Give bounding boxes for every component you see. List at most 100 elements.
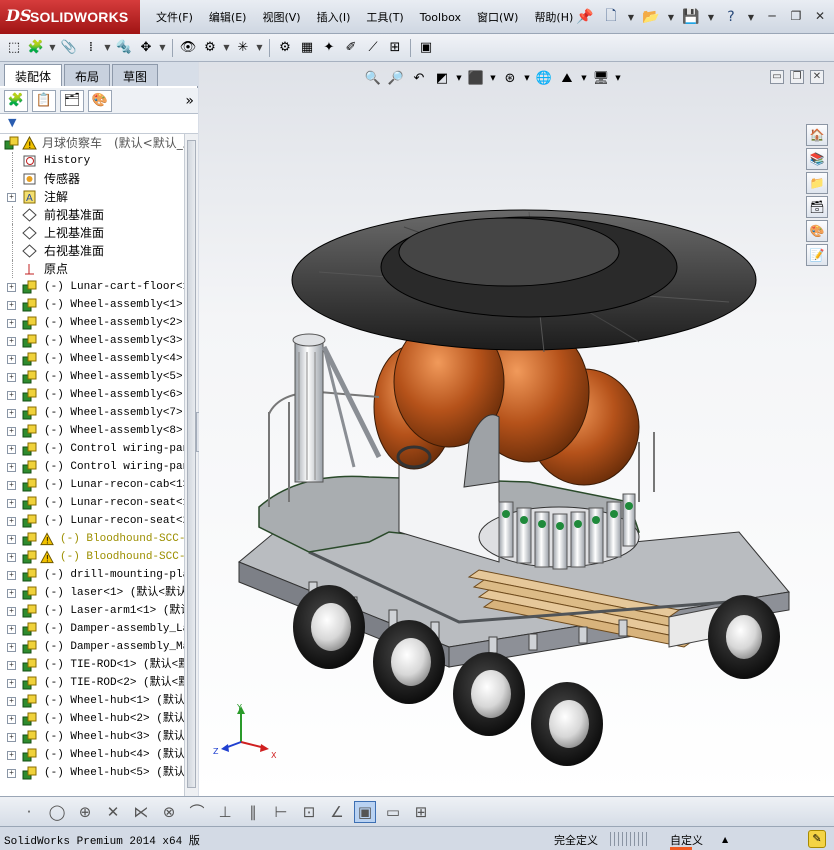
new-motion-study-icon[interactable]: ⚙ <box>275 38 295 58</box>
quadrant-icon[interactable]: ⊗ <box>158 801 180 823</box>
tab-assembly[interactable]: 装配体 <box>4 64 63 86</box>
component-row[interactable]: + (-) Damper-assembly_Mai <box>0 638 184 656</box>
expand-toggle[interactable]: + <box>7 733 16 742</box>
minimize-icon[interactable]: ─ <box>764 8 780 24</box>
assembly-features-icon[interactable]: ⚙ <box>200 38 220 58</box>
feature-row[interactable]: 原点 <box>0 260 184 278</box>
component-row[interactable]: + (-) Lunar-recon-seat<1> <box>0 494 184 512</box>
pin-icon[interactable]: 📌 <box>574 6 596 28</box>
component-row[interactable]: + (-) Damper-assembly_Lar <box>0 620 184 638</box>
expand-toggle[interactable]: + <box>7 769 16 778</box>
bill-of-materials-icon[interactable]: ▦ <box>297 38 317 58</box>
features-dropdown-icon[interactable]: ▼ <box>222 38 231 58</box>
close-icon[interactable]: ✕ <box>812 8 828 24</box>
shaded-view-icon[interactable]: ▣ <box>354 800 376 823</box>
intersection-icon[interactable]: ✕ <box>102 801 124 823</box>
expand-toggle[interactable]: + <box>7 283 16 292</box>
component-row[interactable]: +! (-) Bloodhound-SCC-S <box>0 530 184 548</box>
expand-toggle[interactable]: + <box>7 625 16 634</box>
expand-toggle[interactable]: + <box>7 571 16 580</box>
feature-manager-tab-icon[interactable]: 🧩 <box>4 89 28 112</box>
expand-toggle[interactable]: + <box>7 679 16 688</box>
pattern-dropdown-icon[interactable]: ▼ <box>103 38 112 58</box>
component-row[interactable]: + (-) Wheel-assembly<7> ( <box>0 404 184 422</box>
show-hidden-icon[interactable]: 👁 <box>178 38 198 58</box>
tab-layout[interactable]: 布局 <box>64 64 111 86</box>
menu-tools[interactable]: 工具(T) <box>358 9 411 25</box>
expand-toggle[interactable]: + <box>7 751 16 760</box>
reference-geometry-icon[interactable]: ✳ <box>233 38 253 58</box>
midpoint-icon[interactable]: ⋉ <box>130 801 152 823</box>
menu-file[interactable]: 文件(F) <box>148 9 201 25</box>
feature-row[interactable]: 上视基准面 <box>0 224 184 242</box>
scrollbar-thumb[interactable] <box>187 140 196 788</box>
component-row[interactable]: + (-) Lunar-recon-seat<2> <box>0 512 184 530</box>
expand-toggle[interactable]: + <box>7 391 16 400</box>
circle-icon[interactable]: ◯ <box>46 801 68 823</box>
expand-toggle[interactable]: + <box>7 463 16 472</box>
new-dropdown-icon[interactable]: ▼ <box>626 6 636 28</box>
smart-fasteners-icon[interactable]: 🔩 <box>114 38 134 58</box>
component-row[interactable]: + (-) Wheel-assembly<4> ( <box>0 350 184 368</box>
component-row[interactable]: + (-) Wheel-assembly<5> ( <box>0 368 184 386</box>
insert-components-icon[interactable]: 🧩 <box>26 38 46 58</box>
expand-toggle[interactable]: + <box>7 607 16 616</box>
unit-system-arrow-icon[interactable]: ▲ <box>722 835 728 844</box>
tile-windows-icon[interactable]: ⊞ <box>410 801 432 823</box>
solidworks-logo[interactable]: DS SOLIDWORKS <box>0 0 140 34</box>
expand-toggle[interactable]: + <box>7 355 16 364</box>
expand-toggle[interactable]: + <box>7 553 16 562</box>
feature-row[interactable]: 传感器 <box>0 170 184 188</box>
filter-icon[interactable]: ▼ <box>8 116 16 129</box>
help-icon[interactable]: ? <box>720 6 742 28</box>
component-row[interactable]: + (-) Wheel-assembly<6> ( <box>0 386 184 404</box>
expand-panel-icon[interactable]: » <box>185 93 194 109</box>
move-component-icon[interactable]: ✥ <box>136 38 156 58</box>
horizontal-vertical-icon[interactable]: ⊢ <box>270 801 292 823</box>
menu-view[interactable]: 视图(V) <box>254 9 308 25</box>
configuration-manager-tab-icon[interactable]: 🗂 <box>60 89 84 112</box>
linear-pattern-icon[interactable]: ⁞ <box>81 38 101 58</box>
feature-row[interactable]: 右视基准面 <box>0 242 184 260</box>
expand-toggle[interactable]: + <box>7 517 16 526</box>
angle-icon[interactable]: ∠ <box>326 801 348 823</box>
component-row[interactable]: + (-) drill-mounting-plat <box>0 566 184 584</box>
feature-row[interactable]: 前视基准面 <box>0 206 184 224</box>
component-row[interactable]: + (-) Wheel-hub<4> (默认< <box>0 746 184 764</box>
restore-icon[interactable]: ❐ <box>788 8 804 24</box>
component-row[interactable]: +! (-) Bloodhound-SCC-S <box>0 548 184 566</box>
expand-toggle[interactable]: + <box>7 535 16 544</box>
mate-icon[interactable]: 📎 <box>59 38 79 58</box>
move-dropdown-icon[interactable]: ▼ <box>158 38 167 58</box>
menu-edit[interactable]: 编辑(E) <box>201 9 255 25</box>
graphics-area[interactable]: 🔍 🔎 ↶ ◩ ▼ ⬛ ▼ ⊛ ▼ 🌐 ⛰ ▼ 🖥 ▼ ▭ ❐ ✕ 🏠 📚 📁 … <box>199 62 834 796</box>
display-manager-tab-icon[interactable]: 🎨 <box>88 89 112 112</box>
feature-row[interactable]: History <box>0 152 184 170</box>
open-dropdown-icon[interactable]: ▼ <box>666 6 676 28</box>
component-row[interactable]: + (-) Wheel-hub<5> (默认< <box>0 764 184 782</box>
component-row[interactable]: + (-) Wheel-hub<3> (默认< <box>0 728 184 746</box>
component-row[interactable]: + (-) Wheel-hub<2> (默认< <box>0 710 184 728</box>
tangent-icon[interactable]: ⌒ <box>186 801 208 823</box>
expand-toggle[interactable]: + <box>7 643 16 652</box>
component-row[interactable]: + (-) Control wiring-pane <box>0 440 184 458</box>
expand-toggle[interactable]: + <box>7 661 16 670</box>
expand-toggle[interactable]: + <box>7 715 16 724</box>
component-row[interactable]: + (-) Lunar-cart-floor<1> <box>0 278 184 296</box>
interference-detection-icon[interactable]: ⟋ <box>363 38 383 58</box>
expand-toggle[interactable]: + <box>7 337 16 346</box>
instant3d-icon[interactable]: ▣ <box>416 38 436 58</box>
insert-dropdown-icon[interactable]: ▼ <box>48 38 57 58</box>
component-row[interactable]: + (-) Laser-arm1<1> (默认 <box>0 602 184 620</box>
save-dropdown-icon[interactable]: ▼ <box>706 6 716 28</box>
tree-root[interactable]: ! 月球侦察车 (默认<默认_显 <box>0 134 184 152</box>
feature-row[interactable]: + A 注解 <box>0 188 184 206</box>
point-icon[interactable]: · <box>18 801 40 823</box>
expand-toggle[interactable]: + <box>7 445 16 454</box>
component-row[interactable]: + (-) TIE-ROD<1> (默认<默 <box>0 656 184 674</box>
unit-system-button[interactable]: 自定义 <box>670 832 703 848</box>
expand-toggle[interactable]: + <box>7 373 16 382</box>
menu-toolbox[interactable]: Toolbox <box>412 11 469 24</box>
component-row[interactable]: + (-) Wheel-hub<1> (默认< <box>0 692 184 710</box>
menu-insert[interactable]: 插入(I) <box>309 9 359 25</box>
